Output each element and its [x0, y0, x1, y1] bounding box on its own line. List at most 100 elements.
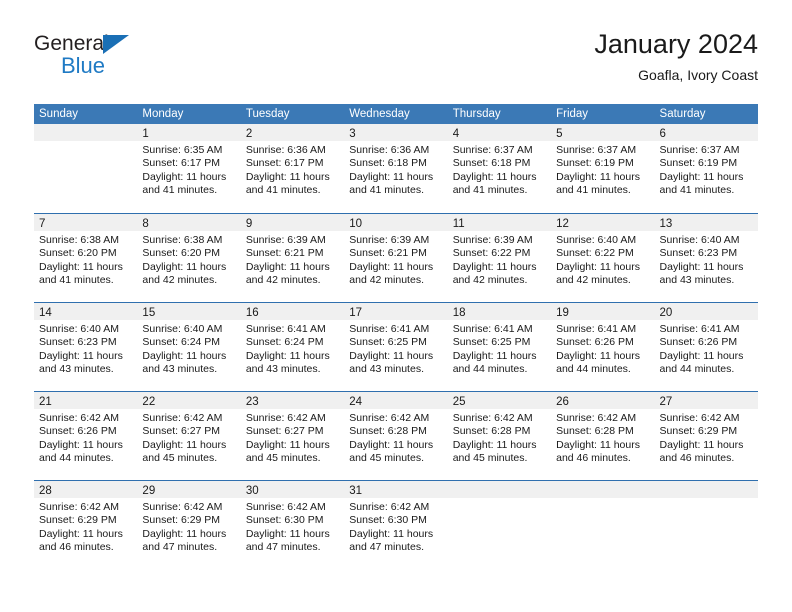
calendar-day-cell-empty[interactable] — [551, 481, 655, 569]
calendar-day-cell[interactable]: 29 Sunrise: 6:42 AM Sunset: 6:29 PM Dayligh… — [137, 481, 241, 569]
calendar-day-cell-empty[interactable] — [447, 481, 552, 569]
day-info-line: Sunrise: 6:39 AM — [245, 234, 326, 246]
day-info-line: and 42 minutes. — [142, 273, 218, 286]
calendar-day-cell[interactable]: 12 Sunrise: 6:40 AM Sunset: 6:22 PM Dayligh… — [551, 214, 655, 302]
day-info-line: and 46 minutes. — [659, 451, 735, 464]
day-info-line: Daylight: 11 hours — [659, 349, 744, 362]
calendar-day-cell[interactable]: 21 Sunrise: 6:42 AM Sunset: 6:26 PM Dayligh… — [34, 392, 138, 480]
day-info-line: and 47 minutes. — [349, 540, 424, 553]
day-sun-info: Sunrise: 6:39 AM Sunset: 6:21 PM Daylight:… — [241, 231, 344, 287]
calendar-day-cell[interactable]: 16 Sunrise: 6:41 AM Sunset: 6:24 PM Dayligh… — [240, 303, 345, 391]
day-info-line: Sunset: 6:17 PM — [245, 157, 324, 170]
day-info-line: and 45 minutes. — [452, 451, 528, 464]
day-number: 17 — [349, 307, 363, 319]
calendar-day-cell-empty[interactable] — [34, 124, 138, 213]
day-number-bar — [34, 124, 138, 141]
day-sun-info: Sunrise: 6:42 AM Sunset: 6:27 PM Daylight:… — [241, 409, 344, 465]
day-sun-info — [655, 498, 758, 501]
day-sun-info: Sunrise: 6:42 AM Sunset: 6:30 PM Daylight:… — [241, 498, 344, 554]
calendar-day-cell[interactable]: 9 Sunrise: 6:39 AM Sunset: 6:21 PM Daylight… — [240, 214, 345, 302]
calendar-week-row: 21 Sunrise: 6:42 AM Sunset: 6:26 PM Dayligh… — [34, 391, 758, 480]
day-sun-info: Sunrise: 6:41 AM Sunset: 6:26 PM Daylight:… — [551, 320, 654, 376]
day-sun-info: Sunrise: 6:38 AM Sunset: 6:20 PM Daylight:… — [34, 231, 137, 287]
calendar-day-cell[interactable]: 22 Sunrise: 6:42 AM Sunset: 6:27 PM Dayligh… — [137, 392, 241, 480]
day-info-line: and 43 minutes. — [349, 362, 424, 375]
day-number: 19 — [556, 307, 569, 319]
calendar-day-cell[interactable]: 5 Sunrise: 6:37 AM Sunset: 6:19 PM Daylight… — [551, 124, 655, 213]
day-info-line: Daylight: 11 hours — [349, 527, 434, 540]
day-info-line: Daylight: 11 hours — [39, 438, 123, 451]
day-info-line: Daylight: 11 hours — [349, 260, 434, 273]
calendar-day-cell[interactable]: 1 Sunrise: 6:35 AM Sunset: 6:17 PM Daylight… — [137, 124, 241, 213]
day-info-line: Sunset: 6:30 PM — [349, 514, 427, 527]
day-info-line: and 44 minutes. — [39, 451, 114, 464]
day-number-bar: 12 — [551, 214, 655, 231]
day-info-line: Sunrise: 6:41 AM — [452, 323, 533, 335]
day-number-bar: 5 — [551, 124, 655, 141]
weekday-header-row: Sunday Monday Tuesday Wednesday Thursday Frid… — [34, 104, 758, 124]
day-info-line: and 41 minutes. — [556, 183, 631, 196]
day-sun-info: Sunrise: 6:36 AM Sunset: 6:18 PM Daylight:… — [344, 141, 447, 197]
calendar-day-cell[interactable]: 14 Sunrise: 6:40 AM Sunset: 6:23 PM Dayligh… — [34, 303, 138, 391]
calendar-day-cell-empty[interactable] — [654, 481, 758, 569]
calendar-day-cell[interactable]: 2 Sunrise: 6:36 AM Sunset: 6:17 PM Daylight… — [240, 124, 345, 213]
day-number: 1 — [142, 128, 149, 140]
day-info-line: Daylight: 11 hours — [659, 170, 744, 183]
calendar-day-cell[interactable]: 27 Sunrise: 6:42 AM Sunset: 6:29 PM Dayligh… — [654, 392, 758, 480]
calendar-day-cell[interactable]: 20 Sunrise: 6:41 AM Sunset: 6:26 PM Dayligh… — [654, 303, 758, 391]
calendar-day-cell[interactable]: 30 Sunrise: 6:42 AM Sunset: 6:30 PM Dayligh… — [240, 481, 345, 569]
day-info-line: and 43 minutes. — [245, 362, 321, 375]
day-sun-info: Sunrise: 6:40 AM Sunset: 6:23 PM Daylight:… — [34, 320, 137, 376]
day-info-line: Sunrise: 6:41 AM — [659, 323, 740, 335]
day-number-bar: 27 — [654, 392, 758, 409]
weekday-header-tuesday: Tuesday — [245, 108, 290, 120]
calendar-day-cell[interactable]: 28 Sunrise: 6:42 AM Sunset: 6:29 PM Dayligh… — [34, 481, 138, 569]
day-number: 2 — [245, 128, 253, 140]
day-number: 7 — [39, 218, 46, 230]
day-sun-info: Sunrise: 6:39 AM Sunset: 6:21 PM Daylight:… — [344, 231, 447, 287]
calendar-day-cell[interactable]: 10 Sunrise: 6:39 AM Sunset: 6:21 PM Dayligh… — [344, 214, 448, 302]
day-info-line: Sunrise: 6:42 AM — [349, 412, 430, 424]
day-number: 5 — [556, 128, 563, 140]
day-number-bar: 7 — [34, 214, 138, 231]
calendar-day-cell[interactable]: 15 Sunrise: 6:40 AM Sunset: 6:24 PM Dayligh… — [137, 303, 241, 391]
logo-triangle-icon — [103, 35, 129, 54]
calendar-day-cell[interactable]: 19 Sunrise: 6:41 AM Sunset: 6:26 PM Dayligh… — [551, 303, 655, 391]
page-title: January 2024 — [594, 29, 758, 59]
day-number: 12 — [556, 218, 569, 230]
day-sun-info: Sunrise: 6:37 AM Sunset: 6:19 PM Daylight:… — [655, 141, 758, 197]
calendar-day-cell[interactable]: 23 Sunrise: 6:42 AM Sunset: 6:27 PM Dayligh… — [240, 392, 345, 480]
calendar-week-row: 14 Sunrise: 6:40 AM Sunset: 6:23 PM Dayligh… — [34, 302, 758, 391]
day-sun-info: Sunrise: 6:40 AM Sunset: 6:24 PM Daylight:… — [137, 320, 240, 376]
calendar-day-cell[interactable]: 3 Sunrise: 6:36 AM Sunset: 6:18 PM Daylight… — [344, 124, 448, 213]
day-info-line: Daylight: 11 hours — [556, 260, 640, 273]
day-info-line: Daylight: 11 hours — [245, 438, 330, 451]
calendar-day-cell[interactable]: 8 Sunrise: 6:38 AM Sunset: 6:20 PM Daylight… — [137, 214, 241, 302]
calendar-day-cell[interactable]: 18 Sunrise: 6:41 AM Sunset: 6:25 PM Dayligh… — [447, 303, 552, 391]
calendar-day-cell[interactable]: 7 Sunrise: 6:38 AM Sunset: 6:20 PM Daylight… — [34, 214, 138, 302]
day-number-bar: 31 — [344, 481, 448, 498]
day-sun-info: Sunrise: 6:41 AM Sunset: 6:25 PM Daylight:… — [448, 320, 551, 376]
day-info-line: Sunrise: 6:37 AM — [452, 144, 533, 156]
calendar-day-cell[interactable]: 24 Sunrise: 6:42 AM Sunset: 6:28 PM Dayligh… — [344, 392, 448, 480]
day-sun-info: Sunrise: 6:40 AM Sunset: 6:22 PM Daylight:… — [551, 231, 654, 287]
calendar-day-cell[interactable]: 26 Sunrise: 6:42 AM Sunset: 6:28 PM Dayligh… — [551, 392, 655, 480]
day-number-bar — [447, 481, 552, 498]
calendar-day-cell[interactable]: 13 Sunrise: 6:40 AM Sunset: 6:23 PM Dayligh… — [654, 214, 758, 302]
day-info-line: Sunrise: 6:41 AM — [245, 323, 326, 335]
day-info-line: Daylight: 11 hours — [142, 260, 227, 273]
general-blue-logo: General Blue — [34, 32, 234, 88]
calendar-day-cell[interactable]: 11 Sunrise: 6:39 AM Sunset: 6:22 PM Dayligh… — [447, 214, 552, 302]
calendar-day-cell[interactable]: 31 Sunrise: 6:42 AM Sunset: 6:30 PM Dayligh… — [344, 481, 448, 569]
day-info-line: Daylight: 11 hours — [452, 170, 537, 183]
calendar-day-cell[interactable]: 25 Sunrise: 6:42 AM Sunset: 6:28 PM Dayligh… — [447, 392, 552, 480]
day-info-line: Daylight: 11 hours — [39, 260, 123, 273]
calendar-day-cell[interactable]: 6 Sunrise: 6:37 AM Sunset: 6:19 PM Daylight… — [654, 124, 758, 213]
day-info-line: Sunrise: 6:38 AM — [142, 234, 223, 246]
day-info-line: Sunset: 6:18 PM — [452, 157, 531, 170]
calendar-day-cell[interactable]: 4 Sunrise: 6:37 AM Sunset: 6:18 PM Daylight… — [447, 124, 552, 213]
day-sun-info: Sunrise: 6:42 AM Sunset: 6:27 PM Daylight:… — [137, 409, 240, 465]
day-sun-info: Sunrise: 6:39 AM Sunset: 6:22 PM Daylight:… — [448, 231, 551, 287]
calendar-day-cell[interactable]: 17 Sunrise: 6:41 AM Sunset: 6:25 PM Dayligh… — [344, 303, 448, 391]
day-number-bar: 25 — [447, 392, 552, 409]
